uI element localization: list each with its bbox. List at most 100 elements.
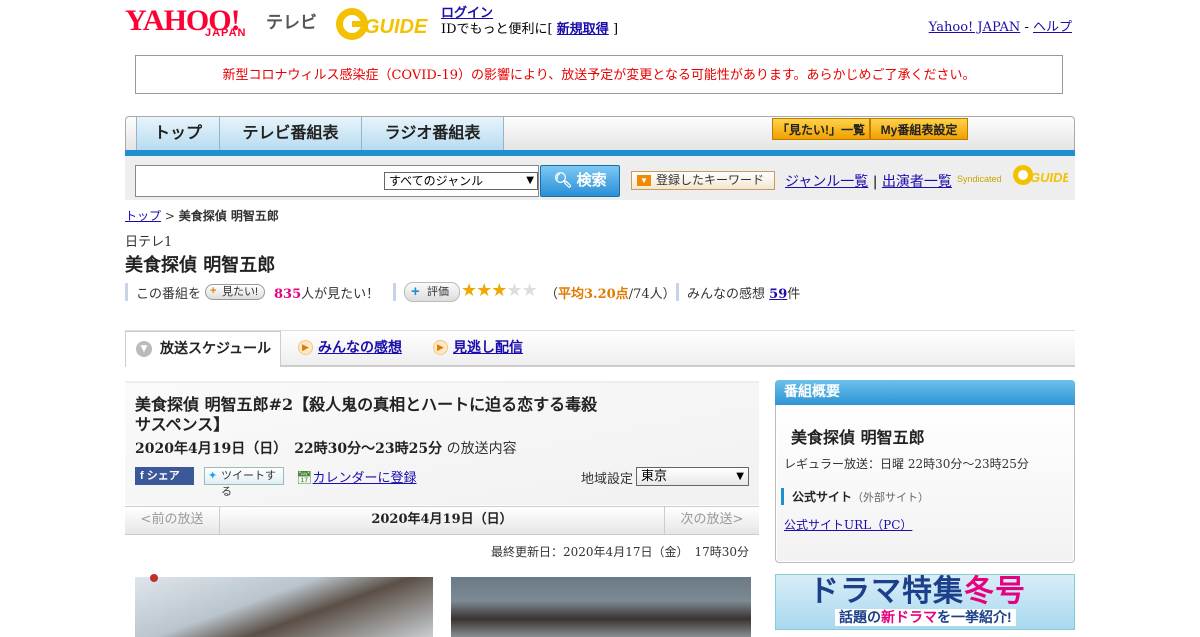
calendar-register-link[interactable]: カレンダーに登録 (313, 471, 417, 486)
tab-vod[interactable]: ▶ 見逃し配信 (429, 331, 523, 365)
breadcrumb-separator: > (164, 209, 175, 223)
rating-open: （ (545, 287, 559, 302)
login-suffix: ] (612, 22, 619, 37)
nav-tab-tv-schedule[interactable]: テレビ番組表 (220, 117, 362, 150)
tab-schedule-label: 放送スケジュール (160, 341, 272, 357)
want-count: 835 (274, 287, 302, 302)
genre-list-link[interactable]: ジャンル一覧 (785, 174, 868, 190)
twitter-bird-icon: ✦ (208, 470, 218, 482)
gguide-logo-text: GUIDE (364, 16, 428, 38)
last-updated: 最終更新日：2020年4月17日（金） 17時30分 (491, 545, 749, 559)
official-site-url-link[interactable]: 公式サイトURL（PC） (784, 518, 912, 532)
banner-title-main: ドラマ特集 (809, 575, 964, 608)
yahoo-japan-link[interactable]: Yahoo! JAPAN (929, 20, 1021, 35)
official-site-heading: 公式サイト（外部サイト） (781, 488, 929, 505)
yahoo-japan-logo-text: JAPAN (205, 27, 247, 39)
star-icon: ★ (476, 280, 492, 301)
episode-title: 美食探偵 明智五郎#2【殺人鬼の真相とハートに迫る恋する毒殺サスペンス】 (135, 395, 598, 434)
mitai-list-button[interactable]: 「見たい!」一覧 (772, 118, 870, 140)
tab-comments[interactable]: ▶ みんなの感想 (294, 331, 402, 365)
breadcrumb: トップ > 美食探偵 明智五郎 (125, 207, 279, 224)
rating-summary: （平均3.20点/74人） (545, 283, 676, 302)
cast-list-link[interactable]: 出演者一覧 (882, 174, 952, 190)
page-title: 美食探偵 明智五郎 (125, 255, 276, 276)
search-icon: 🔍︎ (553, 172, 573, 189)
station-name: 日テレ1 (125, 235, 173, 250)
stat-divider (676, 283, 679, 301)
banner-subtitle: 話題の新ドラマを一挙紹介! (835, 609, 1016, 626)
covid-notice: 新型コロナウィルス感染症（COVID-19）の影響により、放送予定が変更となる可… (135, 55, 1063, 94)
tv-logo-text[interactable]: テレビ (266, 8, 317, 33)
login-link[interactable]: ログイン (441, 6, 493, 21)
star-icon: ★ (506, 280, 522, 301)
search-links: ジャンル一覧 | 出演者一覧 (785, 171, 952, 191)
episode-photo (451, 577, 751, 637)
comments-count-link[interactable]: 59 (769, 287, 787, 302)
nav-tab-radio-schedule[interactable]: ラジオ番組表 (362, 117, 504, 150)
comments-prefix: みんなの感想 (687, 287, 766, 302)
banner-sub-b: 新ドラマ (881, 609, 937, 625)
want-suffix: 人が見たい！ (301, 287, 380, 302)
program-overview-header: 番組概要 (775, 380, 1075, 405)
banner-title: ドラマ特集冬号 (809, 575, 1026, 609)
facebook-share-label: シェア (146, 470, 180, 482)
episode-date-suffix: の放送内容 (446, 441, 517, 457)
breadcrumb-top-link[interactable]: トップ (125, 209, 161, 223)
play-arrow-icon: ▶ (433, 340, 448, 355)
banner-title-accent: 冬号 (964, 575, 1026, 608)
top-links: Yahoo! JAPAN - ヘルプ (929, 16, 1072, 35)
official-site-url: 公式サイトURL（PC） (784, 516, 912, 533)
stat-divider (125, 283, 128, 301)
rate-button[interactable]: 評価 (404, 282, 460, 302)
search-link-divider: | (872, 174, 878, 190)
facebook-icon: f (140, 470, 144, 482)
comments-suffix: 件 (787, 287, 801, 302)
my-schedule-settings-button[interactable]: My番組表設定 (870, 118, 968, 140)
top-link-separator: - (1024, 20, 1029, 35)
region-label: 地域設定 (581, 472, 634, 487)
syndicated-gguide-text: GUIDE (1030, 170, 1068, 185)
search-button-label: 検索 (576, 172, 607, 189)
genre-select-value: すべてのジャンル (389, 174, 484, 188)
signup-link[interactable]: 新規取得 (557, 22, 609, 37)
tab-schedule[interactable]: ▼ 放送スケジュール (125, 331, 281, 367)
star-icon: ★ (491, 280, 507, 301)
login-box: ログイン IDでもっと便利に[ 新規取得 ] (441, 6, 618, 38)
program-overview-title: 美食探偵 明智五郎 (791, 428, 925, 447)
rating-stars: ★★★★★ (461, 280, 538, 301)
tab-comments-label[interactable]: みんなの感想 (318, 340, 402, 356)
pager-current-date: 2020年4月19日（日） (371, 512, 513, 527)
syndicated-gguide-logo: GUIDE (1012, 163, 1072, 187)
chevron-down-icon: ▼ (526, 175, 534, 186)
prev-broadcast-button[interactable]: <前の放送 (125, 506, 220, 535)
comments-stat: みんなの感想 59件 (687, 283, 800, 302)
stat-divider (393, 283, 396, 301)
star-icon: ★ (521, 280, 538, 301)
chevron-down-icon: ▼ (136, 341, 152, 357)
help-link[interactable]: ヘルプ (1033, 20, 1072, 35)
banner-sub-c: を一挙紹介! (937, 609, 1012, 625)
tab-vod-label[interactable]: 見逃し配信 (453, 340, 523, 356)
facebook-share-button[interactable]: f シェア (135, 467, 194, 485)
want-button[interactable]: 見たい! (205, 284, 266, 300)
breadcrumb-current: 美食探偵 明智五郎 (178, 209, 279, 223)
search-button[interactable]: 🔍︎ 検索 (540, 165, 620, 197)
tweet-button[interactable]: ✦ ツイートする (204, 467, 284, 498)
nav-tab-top[interactable]: トップ (136, 117, 220, 150)
region-select[interactable]: 東京 ▼ (636, 467, 749, 486)
calendar-register[interactable]: 📅︎カレンダーに登録 (296, 467, 417, 486)
next-broadcast-button[interactable]: 次の放送> (664, 506, 759, 535)
chevron-down-icon: ▼ (736, 471, 744, 482)
regular-broadcast: レギュラー放送：日曜 22時30分～23時25分 (784, 457, 1029, 471)
play-arrow-icon: ▶ (298, 340, 313, 355)
registered-keyword-button[interactable]: ▼ 登録したキーワード (631, 171, 775, 190)
login-prefix: IDでもっと便利に[ (441, 22, 553, 37)
triangle-down-icon: ▼ (637, 175, 651, 186)
episode-date: 2020年4月19日（日） 22時30分～23時25分 (135, 441, 443, 457)
banner-sub-a: 話題の (839, 609, 881, 625)
want-count-text: 835人が見たい！ (274, 283, 379, 302)
want-prefix: この番組を (136, 287, 202, 302)
calendar-icon: 📅︎ (296, 471, 313, 486)
genre-select[interactable]: すべてのジャンル ▼ (384, 172, 538, 190)
rating-average: 平均3.20点 (558, 287, 629, 302)
